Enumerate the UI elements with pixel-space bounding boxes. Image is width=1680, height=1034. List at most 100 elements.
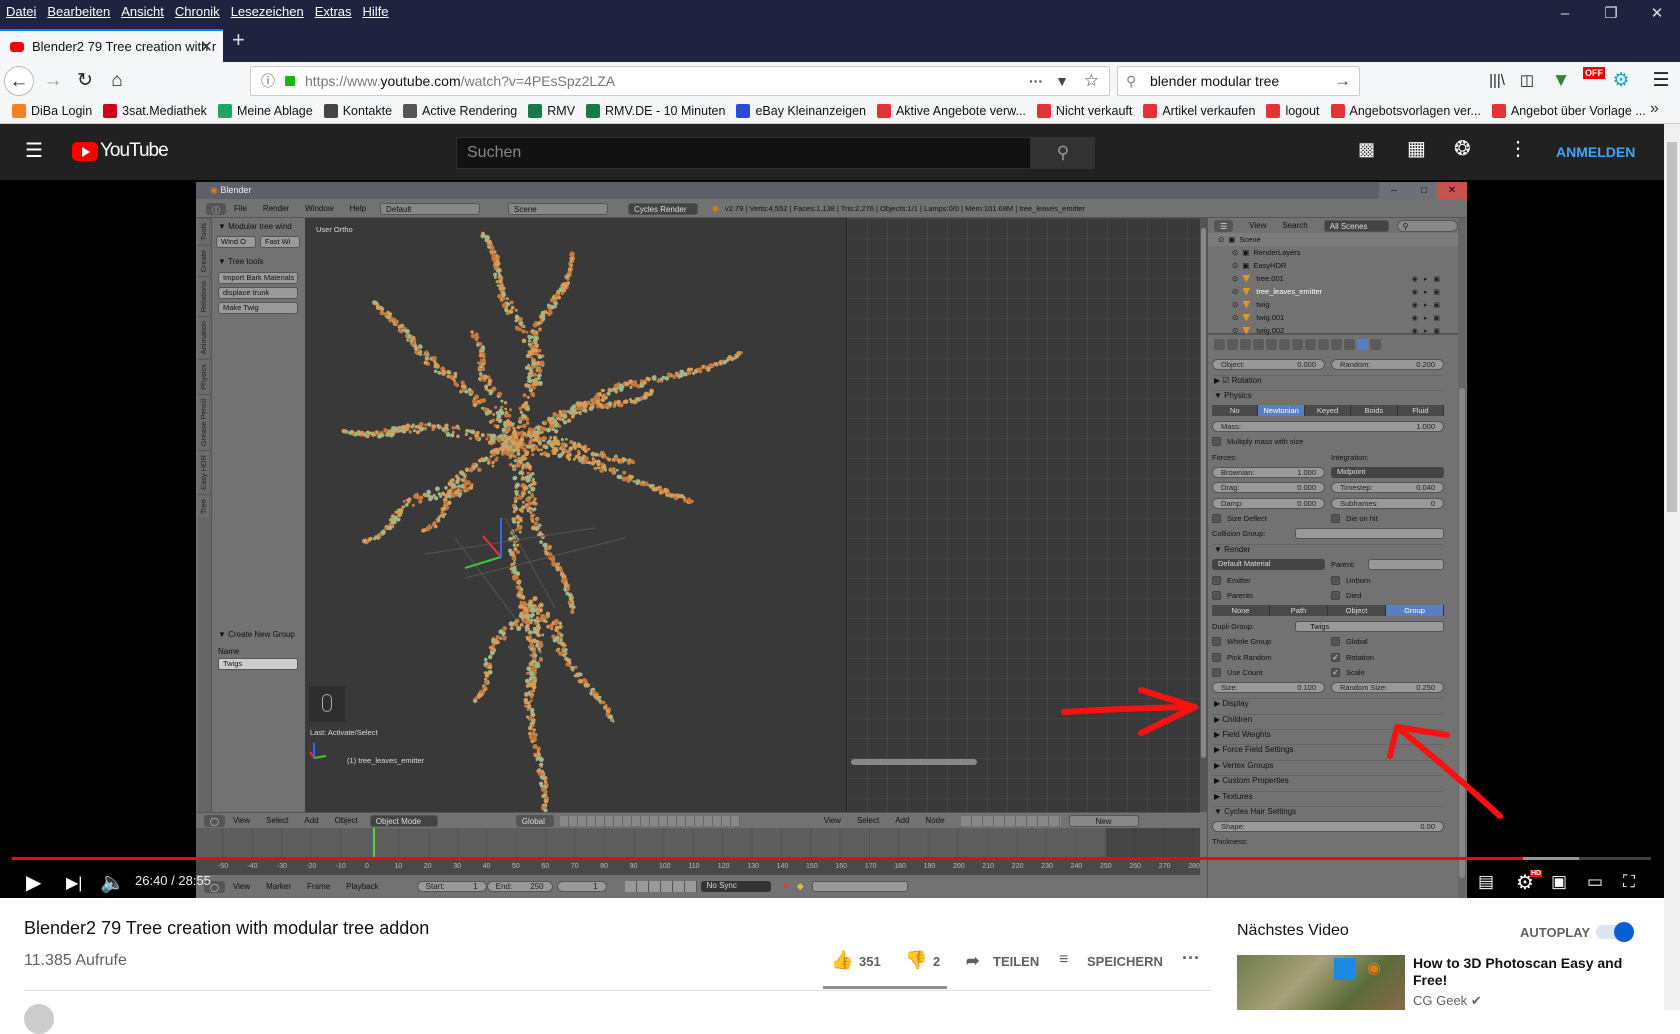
hd-badge: HD [1530,870,1542,877]
search-go-icon[interactable]: → [1334,71,1351,91]
menu-chronik[interactable]: Chronik [169,0,225,19]
bookmark-label: RMV.DE - 10 Minuten [605,104,725,118]
menu-bearbeiten[interactable]: Bearbeiten [41,0,115,19]
next-video-channel[interactable]: CG Geek ✔ [1413,993,1482,1009]
save-icon[interactable]: ≡ [1059,951,1068,969]
close-window-button[interactable]: ✕ [1634,0,1680,27]
more-actions-icon[interactable]: ··· [1182,948,1200,969]
extension-badge[interactable]: OFF [1583,67,1605,79]
library-icon[interactable]: |||\ [1482,66,1512,96]
url-bar[interactable]: ⓘ https://www.youtube.com/watch?v=4PEsSp… [250,66,1110,96]
menu-extras[interactable]: Extras [309,0,357,19]
messages-icon[interactable]: ❂ [1454,136,1471,161]
menu-lesezeichen[interactable]: Lesezeichen [225,0,309,19]
pocket-icon[interactable]: ▼ [1055,73,1069,89]
video-title: Blender2 79 Tree creation with modular t… [24,918,429,939]
next-button[interactable]: ▶| [66,873,82,893]
search-bar[interactable]: ⚲ blender modular tree → [1117,66,1360,96]
video-player[interactable]: ◉ Blender – □ ✕ ⓘ FileRenderWindowHelp D… [0,180,1664,898]
bookmark-icon [528,104,542,118]
bookmarks-overflow-icon[interactable]: » [1650,100,1659,118]
apps-grid-icon[interactable]: ▦ [1407,136,1426,161]
gear-extension-icon[interactable]: ⚙ [1606,66,1636,96]
youtube-search-button[interactable]: ⚲ [1031,137,1095,169]
fullscreen-icon[interactable]: ⛶ [1623,872,1635,892]
menu-ansicht[interactable]: Ansicht [115,0,169,19]
bookmark-item[interactable]: Nicht verkauft [1037,104,1132,118]
bookmark-item[interactable]: RMV [528,104,575,118]
restore-button[interactable]: ❐ [1588,0,1634,27]
subtitles-icon[interactable]: ▤ [1478,872,1494,892]
new-tab-button[interactable]: + [232,27,245,53]
bookmark-item[interactable]: Kontakte [324,104,392,118]
bookmark-icon [12,104,26,118]
bookmark-label: logout [1285,104,1319,118]
bookmark-item[interactable]: Artikel verkaufen [1143,104,1255,118]
view-count: 11.385 Aufrufe [24,952,127,970]
youtube-logo-text[interactable]: YouTube [100,140,168,162]
bookmark-star-icon[interactable]: ☆ [1084,71,1099,91]
menu-hilfe[interactable]: Hilfe [357,0,394,19]
hamburger-menu-icon[interactable]: ☰ [1646,66,1676,96]
tab-active[interactable]: Blender2 79 Tree creation with r ✕ [0,29,223,62]
sign-in-button[interactable]: ANMELDEN [1556,144,1635,160]
forward-button[interactable]: → [38,66,68,96]
bookmark-label: eBay Kleinanzeigen [755,104,866,118]
share-icon[interactable]: ➦ [966,951,979,971]
theater-mode-icon[interactable]: ▭ [1587,872,1603,892]
like-icon[interactable]: 👍 [831,950,853,971]
youtube-search-input[interactable]: Suchen [456,137,1031,169]
save-button[interactable]: SPEICHERN [1087,954,1163,969]
progress-bar[interactable] [12,857,1651,860]
like-count[interactable]: 351 [859,954,881,969]
bookmark-item[interactable]: Angebotsvorlagen ver... [1331,104,1481,118]
menu-datei[interactable]: Datei [0,0,41,19]
channel-avatar[interactable] [24,1004,54,1034]
play-button[interactable]: ▶ [26,870,41,895]
page-actions-icon[interactable]: ··· [1029,73,1043,89]
bookmark-item[interactable]: Meine Ablage [218,104,313,118]
bookmark-item[interactable]: Angebot über Vorlage ... [1492,104,1646,118]
bookmark-item[interactable]: eBay Kleinanzeigen [736,104,866,118]
shield-extension-icon[interactable]: ▼ [1546,66,1576,96]
bookmark-item[interactable]: DiBa Login [12,104,92,118]
bookmark-icon [1492,104,1506,118]
autoplay-toggle[interactable] [1596,925,1632,939]
search-icon: ⚲ [1126,73,1136,90]
home-button[interactable]: ⌂ [102,66,132,96]
back-button[interactable]: ← [4,66,34,96]
bookmark-label: Active Rendering [422,104,517,118]
bookmark-label: Angebot über Vorlage ... [1511,104,1646,118]
bookmark-item[interactable]: logout [1266,104,1319,118]
bookmark-label: Nicht verkauft [1056,104,1132,118]
url-prefix: https://www. [305,73,380,89]
bookmark-item[interactable]: RMV.DE - 10 Minuten [586,104,725,118]
next-video-thumbnail[interactable]: ◉ [1237,955,1405,1010]
page-scrollbar[interactable] [1664,124,1680,1010]
bookmark-item[interactable]: Aktive Angebote verw... [877,104,1026,118]
youtube-header: ☰ YouTube Suchen ⚲ ▩ ▦ ❂ ⋮ ANMELDEN [0,124,1664,180]
bookmark-item[interactable]: Active Rendering [403,104,517,118]
dislike-count[interactable]: 2 [933,954,940,969]
bookmark-icon [324,104,338,118]
volume-icon[interactable]: 🔈 [100,870,125,895]
miniplayer-icon[interactable]: ▣ [1551,872,1567,892]
more-options-icon[interactable]: ⋮ [1508,136,1528,161]
red-arrow-annotations [0,180,1664,898]
close-tab-icon[interactable]: ✕ [200,37,213,57]
youtube-logo-icon[interactable] [72,142,98,161]
sidebar-icon[interactable]: ◫ [1512,66,1542,96]
minimize-button[interactable]: – [1542,0,1588,27]
reload-button[interactable]: ↻ [70,66,100,96]
bookmark-label: 3sat.Mediathek [122,104,207,118]
next-video-title[interactable]: How to 3D Photoscan Easy and Free! [1413,955,1623,989]
window-controls: – ❐ ✕ [1542,0,1680,27]
info-icon[interactable]: ⓘ [261,71,275,91]
dislike-icon[interactable]: 👎 [905,950,927,971]
guide-menu-icon[interactable]: ☰ [25,138,43,163]
share-button[interactable]: TEILEN [993,954,1039,969]
bookmark-item[interactable]: 3sat.Mediathek [103,104,207,118]
create-video-icon[interactable]: ▩ [1358,139,1375,160]
url-path: /watch?v=4PEsSpz2LZA [461,73,615,89]
search-value: blender modular tree [1150,73,1279,89]
